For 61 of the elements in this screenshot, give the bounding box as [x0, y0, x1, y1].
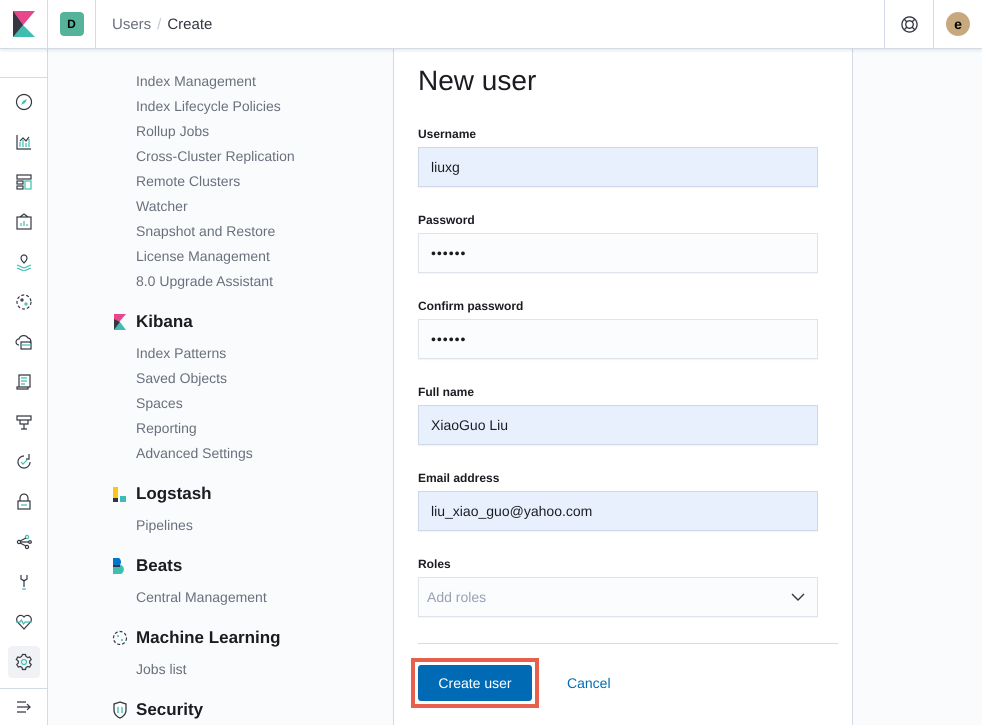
password-field[interactable]: •••••• — [418, 319, 818, 359]
canvas-icon — [14, 213, 32, 231]
sidebar-link[interactable]: Reporting — [112, 417, 393, 442]
space-avatar[interactable]: D — [60, 12, 84, 36]
section-heading: Machine Learning — [136, 628, 281, 648]
collapse-icon[interactable] — [16, 701, 32, 713]
sidebar-link[interactable]: Central Management — [112, 586, 393, 611]
field-label: Roles — [418, 557, 452, 571]
sidebar-link[interactable]: Rollup Jobs — [112, 120, 393, 145]
kibana-logo-icon — [112, 312, 128, 330]
compass-icon — [14, 93, 32, 111]
lock-icon — [14, 493, 32, 511]
section-heading: Kibana — [136, 312, 193, 332]
user-avatar[interactable]: e — [946, 12, 970, 36]
logo-icon[interactable] — [12, 11, 34, 37]
help-icon[interactable] — [900, 16, 918, 32]
nav-item[interactable] — [8, 646, 40, 678]
section-heading: Security — [136, 700, 204, 720]
input-field[interactable]: XiaoGuo Liu — [418, 405, 818, 445]
field-label: Full name — [418, 385, 476, 399]
sidebar-link[interactable]: Index Lifecycle Policies — [112, 95, 393, 120]
input-field[interactable]: liu_xiao_guo@yahoo.com — [418, 491, 818, 531]
cancel-link[interactable]: Cancel — [567, 675, 611, 691]
sidebar-link[interactable]: Spaces — [112, 392, 393, 417]
sidebar-link[interactable]: Jobs list — [112, 658, 393, 683]
graph-icon — [14, 533, 32, 551]
sidebar-link[interactable]: 8.0 Upgrade Assistant — [112, 270, 393, 295]
password-field[interactable]: •••••• — [418, 233, 818, 273]
field-label: Email address — [418, 471, 500, 485]
sidebar-link[interactable]: Watcher — [112, 195, 393, 220]
sidebar-link[interactable]: Remote Clusters — [112, 170, 393, 195]
breadcrumb: Create — [167, 16, 212, 32]
logs-icon — [14, 373, 32, 391]
sidebar-link[interactable]: Index Patterns — [112, 342, 393, 367]
breadcrumb[interactable]: Users — [112, 16, 152, 32]
chevron-down-icon — [791, 593, 805, 601]
chart-icon — [14, 133, 32, 151]
roles-combobox[interactable]: Add roles — [418, 577, 818, 617]
sidebar-link[interactable]: Cross-Cluster Replication — [112, 145, 393, 170]
field-label: Username — [418, 127, 478, 141]
gear-icon — [14, 653, 32, 671]
sidebar-link[interactable]: Pipelines — [112, 514, 393, 539]
field-label: Password — [418, 213, 476, 227]
sidebar-link[interactable]: Index Management — [112, 70, 393, 95]
sidebar-link[interactable]: Saved Objects — [112, 367, 393, 392]
logstash-logo-icon — [112, 484, 128, 502]
heart-icon — [14, 613, 32, 631]
field-label: Confirm password — [418, 299, 524, 313]
dashboard-icon — [14, 173, 32, 191]
sidebar-link[interactable]: License Management — [112, 245, 393, 270]
security-logo-icon — [112, 700, 128, 718]
section-heading: Logstash — [136, 484, 212, 504]
sidebar-link[interactable]: Advanced Settings — [112, 442, 393, 467]
page-title: New user — [418, 65, 538, 97]
section-heading: Beats — [136, 556, 182, 576]
sidebar-link[interactable]: Snapshot and Restore — [112, 220, 393, 245]
breadcrumb-separator: / — [157, 16, 162, 32]
cloud-icon — [14, 333, 32, 351]
input-field[interactable]: liuxg — [418, 147, 818, 187]
create-user-button[interactable]: Create user — [418, 665, 532, 701]
map-icon — [14, 253, 32, 271]
